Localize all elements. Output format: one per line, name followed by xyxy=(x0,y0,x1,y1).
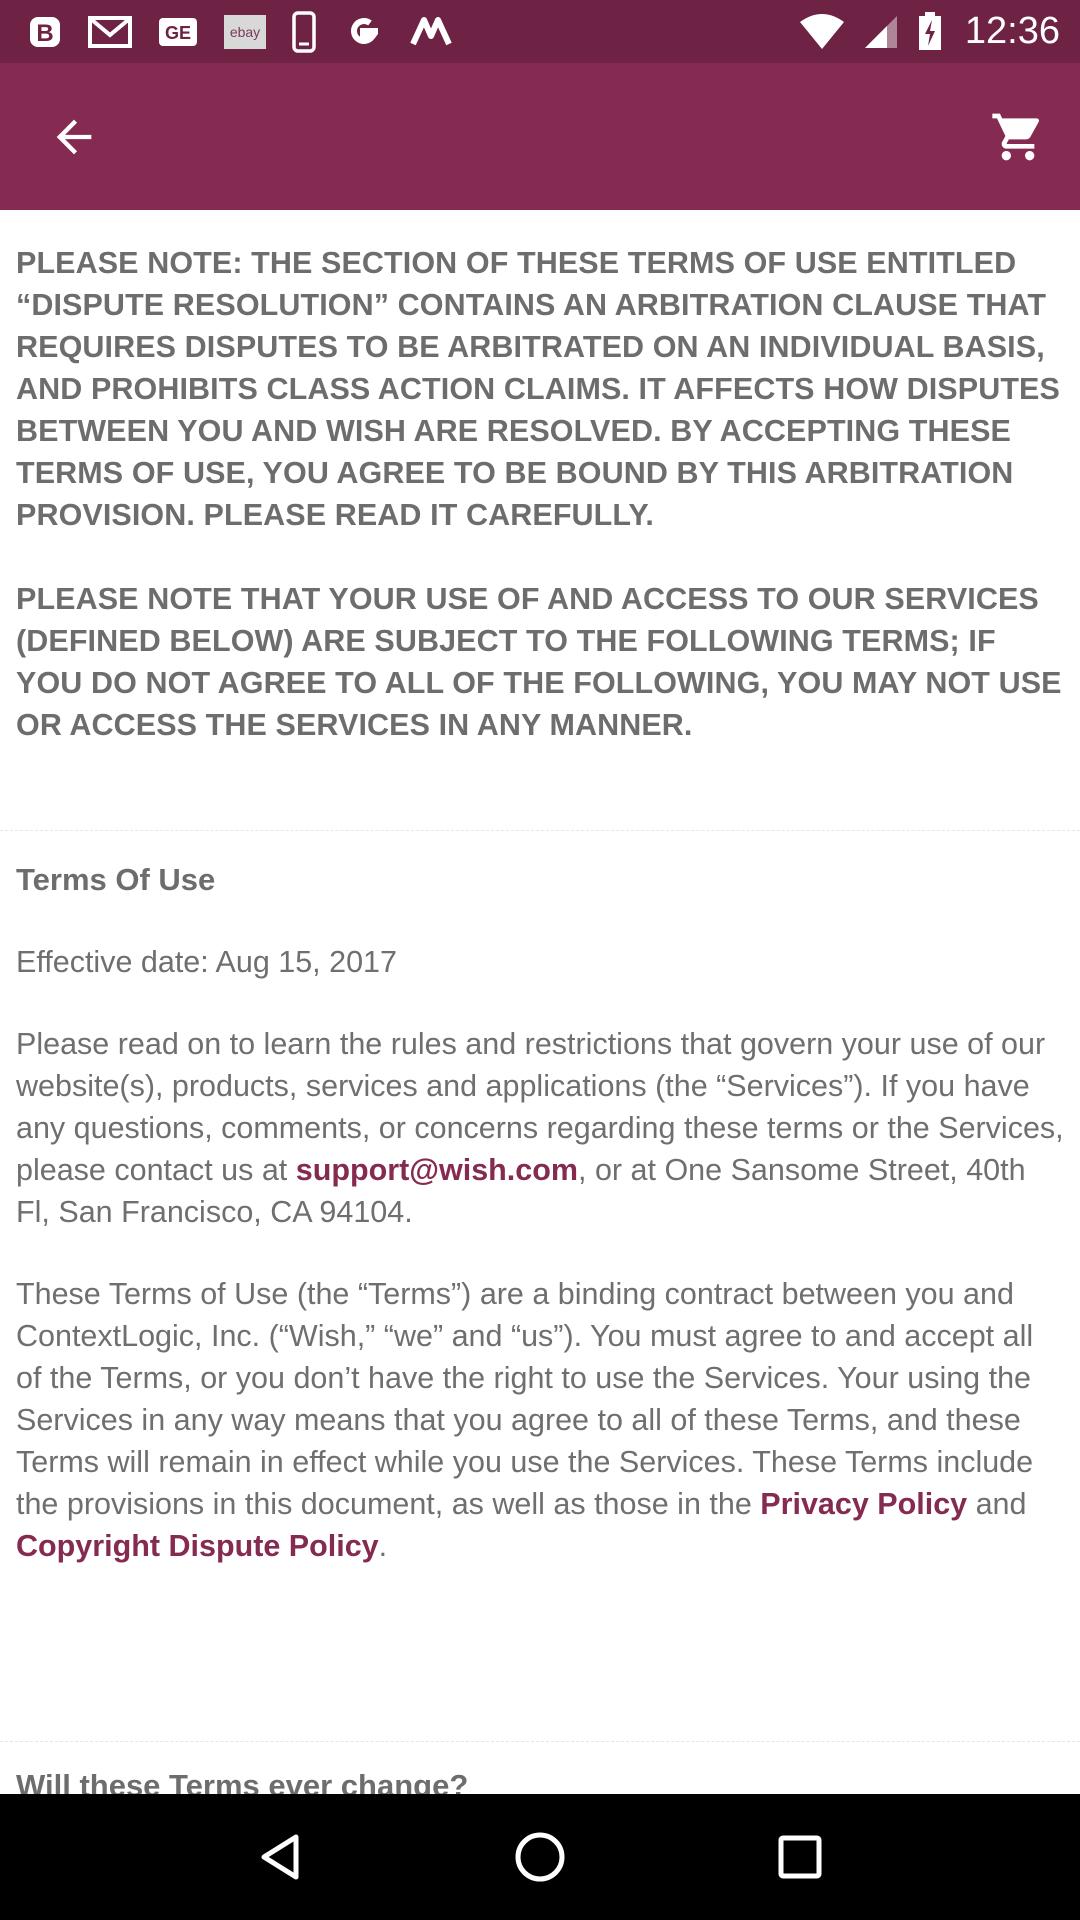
terms-paragraph-2: These Terms of Use (the “Terms”) are a b… xyxy=(16,1277,1034,1563)
support-email-link[interactable]: support@wish.com xyxy=(296,1153,578,1187)
nav-recents-button[interactable] xyxy=(755,1812,845,1902)
notification-icons: B GE ebay xyxy=(28,10,799,53)
signal-icon xyxy=(863,14,899,50)
section-heading: Terms Of Use xyxy=(16,862,216,897)
nav-recents-icon xyxy=(778,1835,822,1879)
terms-of-use-section: Terms Of Use Effective date: Aug 15, 201… xyxy=(16,859,1066,1607)
notice-paragraph-1: PLEASE NOTE: THE SECTION OF THESE TERMS … xyxy=(16,246,1060,532)
system-status: 12:36 xyxy=(799,10,1060,53)
phone-icon xyxy=(292,10,316,53)
nav-home-icon xyxy=(515,1832,565,1882)
b-icon: B xyxy=(28,15,62,49)
section-divider xyxy=(0,830,1080,831)
system-nav-bar xyxy=(0,1794,1080,1920)
notice-paragraph-2: PLEASE NOTE THAT YOUR USE OF AND ACCESS … xyxy=(16,582,1062,742)
clock: 12:36 xyxy=(964,10,1060,52)
ebay-icon: ebay xyxy=(224,14,266,49)
arbitration-notice: PLEASE NOTE: THE SECTION OF THESE TERMS … xyxy=(0,210,1080,746)
nav-back-icon xyxy=(261,1834,299,1880)
section-divider xyxy=(0,1741,1080,1742)
copyright-dispute-policy-link[interactable]: Copyright Dispute Policy xyxy=(16,1529,379,1563)
effective-date: Effective date: Aug 15, 2017 xyxy=(16,945,397,979)
privacy-policy-link[interactable]: Privacy Policy xyxy=(760,1487,967,1521)
nav-back-button[interactable] xyxy=(235,1812,325,1902)
terms-content[interactable]: PLEASE NOTE: THE SECTION OF THESE TERMS … xyxy=(0,210,1080,1794)
next-section-heading: Will these Terms ever change? xyxy=(16,1768,469,1794)
nav-home-button[interactable] xyxy=(495,1812,585,1902)
app-bar xyxy=(0,63,1080,210)
ge-icon: GE xyxy=(158,17,198,47)
svg-text:GE: GE xyxy=(165,23,191,43)
cart-button[interactable] xyxy=(990,109,1046,165)
battery-charging-icon xyxy=(917,11,943,52)
wifi-icon xyxy=(799,13,845,50)
status-bar: B GE ebay 12:36 xyxy=(0,0,1080,63)
arrow-back-icon xyxy=(56,119,92,154)
terms-paragraph-1: Please read on to learn the rules and re… xyxy=(16,1027,1064,1229)
back-button[interactable] xyxy=(46,109,102,165)
google-icon xyxy=(342,11,384,53)
gmail-icon xyxy=(88,15,132,49)
svg-text:ebay: ebay xyxy=(230,24,260,40)
svg-text:B: B xyxy=(36,20,53,47)
m-icon xyxy=(410,16,452,48)
shopping-cart-icon xyxy=(992,113,1040,160)
